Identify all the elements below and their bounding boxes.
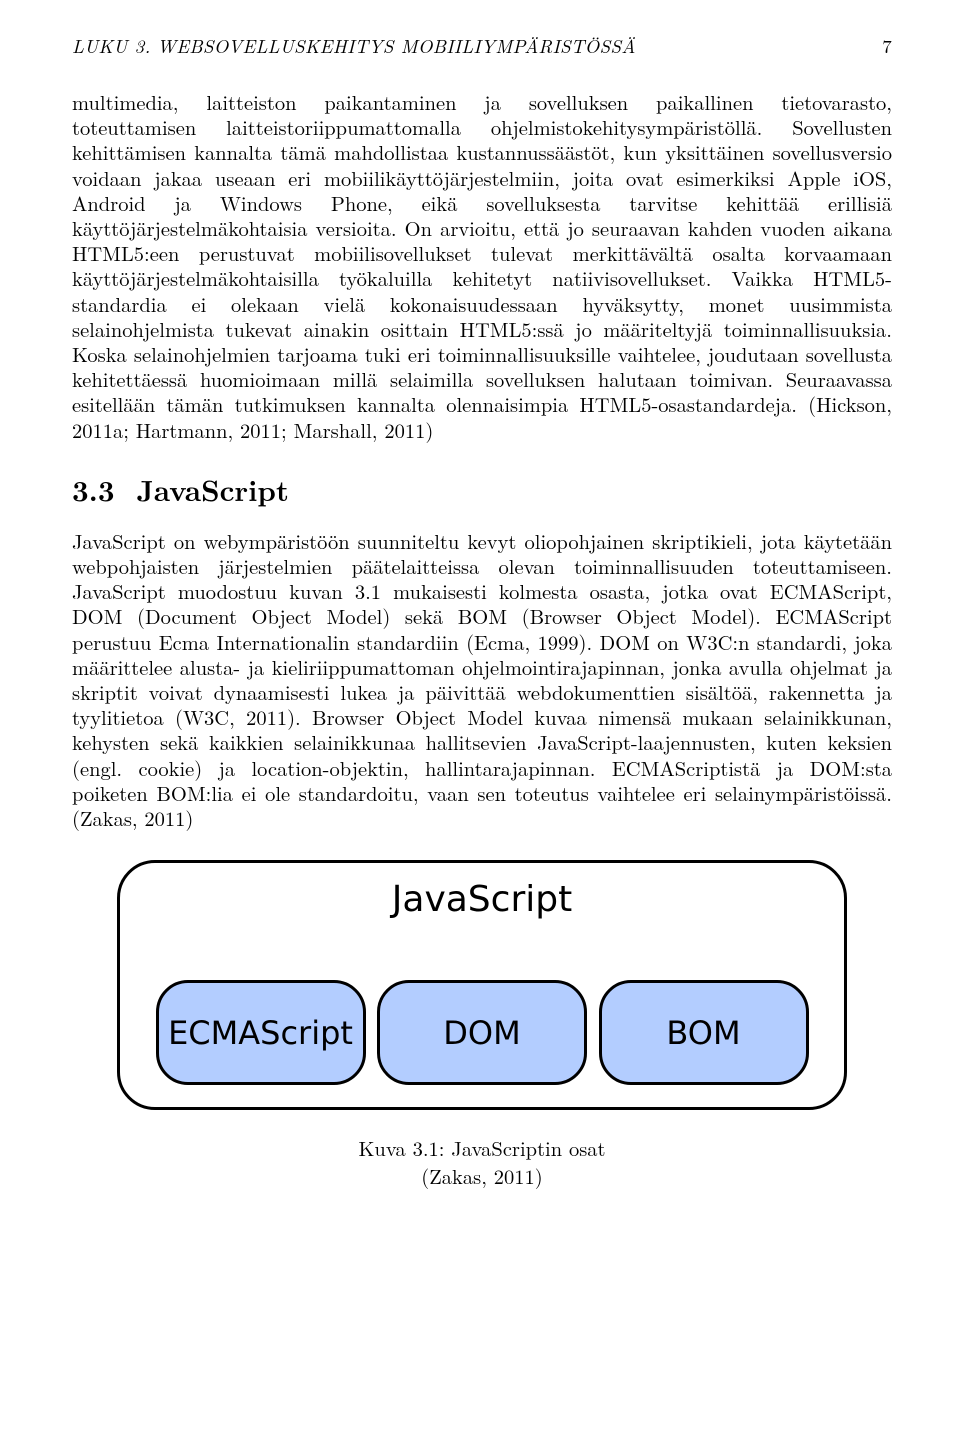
section-heading: 3.3 JavaScript: [72, 468, 892, 510]
body-paragraph-2: JavaScript on webympäristöön suunniteltu…: [72, 528, 892, 830]
body-paragraph-1: multimedia, laitteiston paikantaminen ja…: [72, 89, 892, 442]
diagram-box-ecmascript: ECMAScript: [156, 980, 366, 1085]
chapter-label: LUKU 3.: [72, 32, 151, 59]
diagram-title: JavaScript: [120, 879, 844, 920]
chapter-title: WEBSOVELLUSKEHITYS MOBIILIYMPÄRISTÖSSÄ: [157, 32, 635, 59]
caption-line-1: Kuva 3.1: JavaScriptin osat: [358, 1133, 605, 1162]
chapter-info: LUKU 3. WEBSOVELLUSKEHITYS MOBIILIYMPÄRI…: [72, 32, 636, 59]
section-number: 3.3: [72, 468, 115, 510]
diagram-box-dom: DOM: [377, 980, 587, 1085]
running-header: LUKU 3. WEBSOVELLUSKEHITYS MOBIILIYMPÄRI…: [72, 32, 892, 59]
page-number: 7: [842, 32, 892, 59]
figure: JavaScript ECMAScript DOM BOM Kuva 3.1: …: [72, 860, 892, 1189]
section-title: JavaScript: [137, 468, 289, 510]
diagram-outer-box: JavaScript ECMAScript DOM BOM: [117, 860, 847, 1110]
figure-caption: Kuva 3.1: JavaScriptin osat (Zakas, 2011…: [72, 1134, 892, 1189]
diagram-box-bom: BOM: [599, 980, 809, 1085]
caption-line-2: (Zakas, 2011): [421, 1161, 542, 1190]
diagram-inner-row: ECMAScript DOM BOM: [120, 980, 844, 1085]
